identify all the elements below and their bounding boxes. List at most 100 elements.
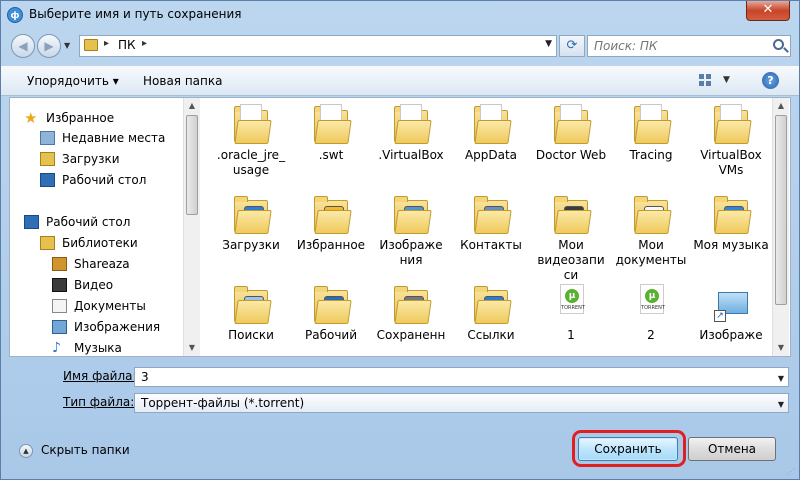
new-folder-button[interactable]: Новая папка [143,74,222,88]
hide-folders-label[interactable]: Скрыть папки [41,443,130,457]
scroll-up-button[interactable]: ▲ [773,98,789,114]
recent-places-icon [40,131,55,145]
address-bar[interactable]: ▸ ПК ▸ ▼ [79,35,557,57]
search-box[interactable] [587,35,791,57]
video-icon [52,278,67,292]
scroll-down-button[interactable]: ▼ [184,340,200,356]
view-dropdown-icon[interactable]: ▼ [723,75,730,85]
filename-field[interactable]: 3 ▼ [134,367,789,387]
breadcrumb-separator[interactable]: ▸ [104,38,109,49]
file-item-label: Изображе [699,328,763,342]
breadcrumb-pc[interactable]: ПК [118,38,136,52]
file-item[interactable]: Контакты [450,192,532,264]
file-item[interactable]: Избранное [290,192,372,264]
navigation-bar: ◀ ▶ ▼ ▸ ПК ▸ ▼ ⟳ [1,29,799,63]
nav-item-label: Shareaza [74,257,130,271]
back-button[interactable]: ◀ [11,34,35,58]
nav-item-label: Недавние места [62,131,166,145]
file-item[interactable]: Изображе ния [370,192,452,267]
downloads-folder-icon [232,194,272,234]
file-item[interactable]: Мои документы [610,192,692,267]
help-button[interactable]: ? [762,72,779,89]
scroll-down-button[interactable]: ▼ [773,340,789,356]
file-item[interactable]: AppData [450,102,532,174]
file-item[interactable]: Рабочий [290,282,372,354]
downloads-icon [40,152,55,166]
breadcrumb-separator[interactable]: ▸ [142,38,147,49]
file-item[interactable]: VirtualBox VMs [690,102,772,177]
utorrent-logo-icon: µ [645,289,659,303]
filename-dropdown-icon[interactable]: ▼ [778,370,784,388]
filename-label: Имя файла: [63,369,137,383]
file-item[interactable]: Ссылки [450,282,532,354]
favorites-folder-icon [312,194,352,234]
chevron-up-icon[interactable]: ▲ [19,444,33,458]
file-item[interactable]: Doctor Web [530,102,612,174]
folder-icon [312,104,352,144]
organize-menu-button[interactable]: Упорядочить ▾ [27,74,119,88]
close-button[interactable]: ✕ [746,1,790,21]
pictures-folder-icon [392,194,432,234]
music-folder-icon [712,194,752,234]
navigation-pane: ★ Избранное Недавние места Загрузки Рабочий … [10,98,200,356]
file-item[interactable]: µ TORRENT 1 [530,282,612,354]
documents-icon [52,299,67,313]
documents-folder-icon [632,194,672,234]
dialog-footer: ▲ Скрыть папки Сохранить Отмена [1,421,799,479]
links-folder-icon [472,284,512,324]
file-item[interactable]: Загрузки [210,192,292,264]
resize-grip-icon[interactable]: ⋰ [787,467,797,477]
view-options-icon[interactable] [699,74,715,88]
app-icon: ф [7,7,23,23]
search-input[interactable] [594,38,764,54]
file-item[interactable]: µ TORRENT 2 [610,282,692,354]
file-item[interactable]: .swt [290,102,372,174]
file-item[interactable]: Моя музыка [690,192,772,264]
file-item-label: .oracle_jre_ usage [216,148,286,177]
saved-games-folder-icon [392,284,432,324]
save-button[interactable]: Сохранить [578,437,678,461]
filetype-value[interactable]: Торрент-файлы (*.torrent) [141,396,304,410]
file-item-label: Изображе ния [379,238,443,267]
searches-folder-icon [232,284,272,324]
nav-item-label: Избранное [46,111,115,125]
folder-icon [632,104,672,144]
video-folder-icon [552,194,592,234]
desktop-icon [40,173,55,187]
forward-button[interactable]: ▶ [37,34,61,58]
file-item[interactable]: Поиски [210,282,292,354]
nav-item-label: Документы [74,299,146,313]
nav-item-label: Библиотеки [62,236,138,250]
nav-item-label: Музыка [74,341,122,355]
file-item[interactable]: Сохраненн [370,282,452,354]
scroll-thumb[interactable] [775,115,787,305]
nav-item-label: Рабочий стол [62,173,147,187]
navpane-scrollbar[interactable]: ▲ ▼ [183,98,200,356]
file-item-label: Контакты [460,238,522,252]
cancel-button[interactable]: Отмена [688,437,776,461]
scroll-up-button[interactable]: ▲ [184,98,200,114]
nav-item-label: Загрузки [62,152,120,166]
address-dropdown-icon[interactable]: ▼ [545,39,552,49]
file-item[interactable]: Мои видеозапи си [530,192,612,282]
search-icon[interactable] [773,39,784,50]
file-item[interactable]: Tracing [610,102,692,174]
scroll-thumb[interactable] [186,115,198,215]
filename-value[interactable]: 3 [141,370,149,384]
recent-pages-dropdown[interactable]: ▼ [64,41,74,51]
title-bar: ф Выберите имя и путь сохранения ✕ [1,1,799,29]
file-item[interactable]: .oracle_jre_ usage [210,102,292,177]
save-form: Имя файла: 3 ▼ Тип файла: Торрент-файлы … [1,363,799,413]
torrent-label: TORRENT [561,305,585,311]
folder-icon [472,104,512,144]
filelist-scrollbar[interactable]: ▲ ▼ [772,98,789,356]
contacts-folder-icon [472,194,512,234]
refresh-button[interactable]: ⟳ [559,35,585,57]
file-item-label: Ссылки [467,328,515,342]
file-item[interactable]: .VirtualBox [370,102,452,174]
filetype-select[interactable]: Торрент-файлы (*.torrent) ▼ [134,393,789,413]
filetype-dropdown-icon[interactable]: ▼ [778,396,784,414]
file-item[interactable]: ↗ Изображе [690,282,772,354]
file-item-label: Мои документы [615,238,687,267]
folder-icon [712,104,752,144]
